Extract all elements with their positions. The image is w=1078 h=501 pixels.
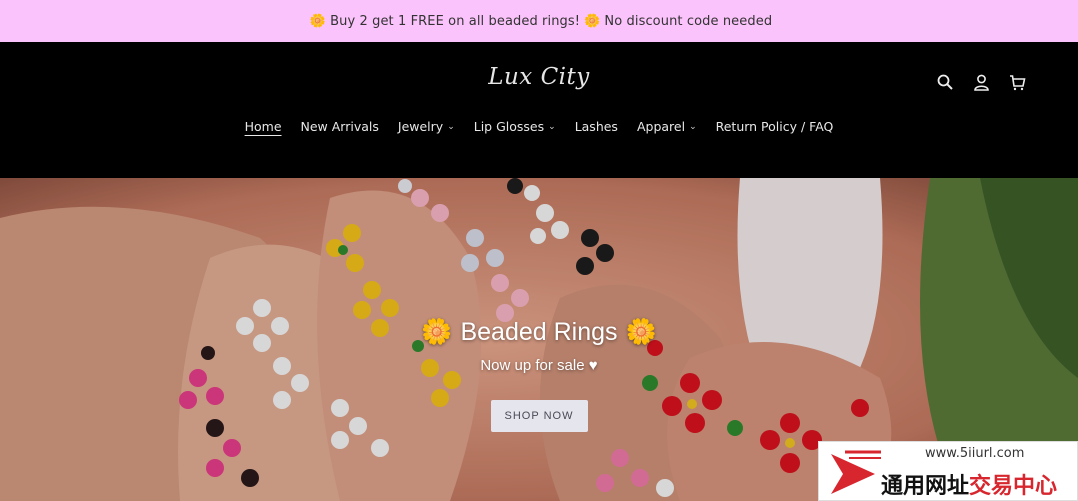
hero-title-text: Beaded Rings (460, 318, 618, 346)
announcement-text-2: No discount code needed (604, 13, 773, 29)
nav-item-new-arrivals[interactable]: New Arrivals (301, 119, 379, 134)
flower-icon: 🌼 (309, 13, 327, 29)
nav-label: Return Policy / FAQ (715, 119, 834, 134)
daisy-icon: 🌼 (421, 318, 453, 346)
header-icons (936, 72, 1026, 92)
daisy-icon: 🌼 (625, 318, 657, 346)
main-nav: Home New Arrivals Jewelry ⌄ Lip Glosses … (0, 119, 1078, 134)
nav-label: Home (244, 119, 282, 134)
chevron-down-icon: ⌄ (689, 121, 697, 132)
hero-title: 🌼 Beaded Rings 🌼 (0, 318, 1078, 347)
nav-label: Apparel (636, 119, 686, 134)
watermark-title: 通用网址交易中心 (881, 468, 1057, 500)
site-header: Lux City Home New Arrivals Jewelry ⌄ Lip… (0, 42, 1078, 178)
nav-item-return-policy[interactable]: Return Policy / FAQ (716, 119, 834, 134)
watermark: www.5iiurl.com 通用网址交易中心 (818, 441, 1078, 501)
nav-label: New Arrivals (300, 119, 379, 134)
account-icon[interactable] (972, 72, 990, 92)
nav-item-lip-glosses[interactable]: Lip Glosses ⌄ (474, 119, 556, 134)
announcement-text: Buy 2 get 1 FREE on all beaded rings! (330, 13, 581, 29)
hero-subtitle: Now up for sale ♥ (480, 357, 598, 374)
nav-label: Lashes (574, 119, 618, 134)
shop-now-button[interactable]: SHOP NOW (490, 400, 588, 432)
nav-label: Jewelry (397, 119, 444, 134)
search-icon[interactable] (936, 72, 954, 92)
nav-item-jewelry[interactable]: Jewelry ⌄ (398, 119, 455, 134)
site-logo[interactable]: Lux City (0, 64, 1078, 90)
nav-item-apparel[interactable]: Apparel ⌄ (637, 119, 697, 134)
nav-item-lashes[interactable]: Lashes (575, 119, 618, 134)
announcement-bar: 🌼 Buy 2 get 1 FREE on all beaded rings! … (0, 0, 1078, 42)
nav-item-home[interactable]: Home (245, 119, 282, 134)
chevron-down-icon: ⌄ (548, 121, 556, 132)
hero-content: 🌼 Beaded Rings 🌼 Now up for sale ♥ SHOP … (0, 318, 1078, 432)
watermark-url: www.5iiurl.com (925, 446, 1025, 461)
cart-icon[interactable] (1008, 72, 1026, 92)
chevron-down-icon: ⌄ (447, 121, 455, 132)
nav-label: Lip Glosses (473, 119, 545, 134)
flower-icon: 🌼 (584, 13, 601, 29)
watermark-text-black: 通用网址 (881, 474, 970, 499)
watermark-logo-icon (831, 450, 881, 494)
watermark-text-red: 交易中心 (969, 474, 1058, 499)
